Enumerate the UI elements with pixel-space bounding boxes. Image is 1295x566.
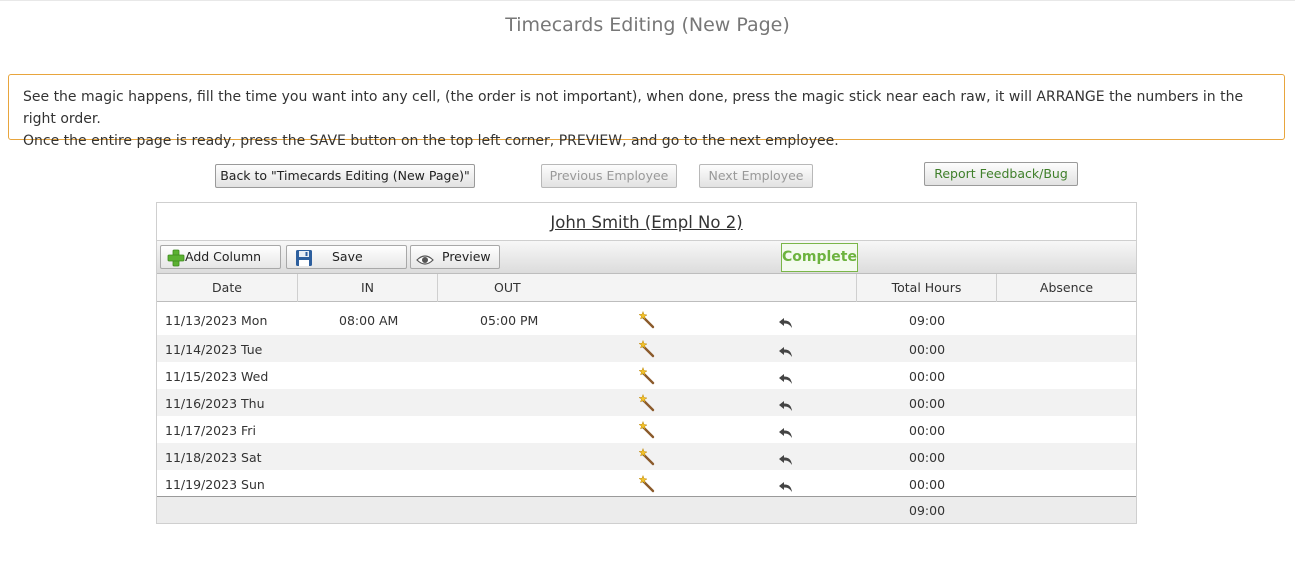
previous-employee-button[interactable]: Previous Employee <box>541 164 677 188</box>
row-date: 11/19/2023 Sun <box>165 477 265 492</box>
row-total-hours: 09:00 <box>909 313 946 328</box>
magic-wand-icon[interactable] <box>638 339 656 362</box>
undo-arrow-icon[interactable] <box>778 451 794 470</box>
header-out-label: OUT <box>494 280 521 295</box>
add-column-label: Add Column <box>185 249 262 264</box>
next-employee-button[interactable]: Next Employee <box>699 164 813 188</box>
plus-icon <box>167 249 185 274</box>
notice-line-1: See the magic happens, fill the time you… <box>23 89 1244 127</box>
top-divider <box>0 0 1295 1</box>
header-in: IN <box>298 274 438 302</box>
magic-wand-icon[interactable] <box>638 447 656 470</box>
magic-wand-icon[interactable] <box>638 474 656 497</box>
row-total-hours: 00:00 <box>909 396 946 411</box>
table-row: 11/18/2023 Sat 00:00 <box>157 443 1136 470</box>
undo-arrow-icon[interactable] <box>778 424 794 443</box>
page-title: Timecards Editing (New Page) <box>505 14 790 36</box>
table-row: 11/13/2023 Mon 08:00 AM 05:00 PM 09:00 <box>157 304 1136 335</box>
floppy-disk-icon <box>295 249 313 274</box>
row-date: 11/17/2023 Fri <box>165 423 256 438</box>
time-out-cell[interactable]: 05:00 PM <box>480 313 538 328</box>
undo-arrow-icon[interactable] <box>778 397 794 416</box>
header-date: Date <box>157 274 298 302</box>
row-total-hours: 00:00 <box>909 342 946 357</box>
row-date: 11/13/2023 Mon <box>165 313 268 328</box>
preview-button[interactable]: Preview <box>410 245 500 269</box>
save-label: Save <box>332 249 363 264</box>
time-in-cell[interactable]: 08:00 AM <box>339 313 398 328</box>
magic-wand-icon[interactable] <box>638 393 656 416</box>
magic-wand-icon[interactable] <box>638 366 656 389</box>
notice-line-2: Once the entire page is ready, press the… <box>23 133 839 149</box>
save-button[interactable]: Save <box>286 245 407 269</box>
magic-wand-icon[interactable] <box>638 310 656 333</box>
row-total-hours: 00:00 <box>909 423 946 438</box>
row-total-hours: 00:00 <box>909 369 946 384</box>
magic-wand-icon[interactable] <box>638 420 656 443</box>
back-button[interactable]: Back to "Timecards Editing (New Page)" <box>215 164 475 188</box>
header-absence: Absence <box>1039 280 1094 295</box>
eye-icon <box>416 251 434 273</box>
table-row: 11/14/2023 Tue 00:00 <box>157 335 1136 362</box>
complete-button[interactable]: Complete <box>781 243 858 272</box>
undo-arrow-icon[interactable] <box>778 314 794 333</box>
table-row: 11/19/2023 Sun 00:00 <box>157 470 1136 496</box>
undo-arrow-icon[interactable] <box>778 478 794 497</box>
header-out: OUT <box>438 274 857 302</box>
add-column-button[interactable]: Add Column <box>160 245 281 269</box>
grand-total-hours: 09:00 <box>909 503 946 518</box>
row-date: 11/16/2023 Thu <box>165 396 265 411</box>
row-total-hours: 00:00 <box>909 477 946 492</box>
table-footer: 09:00 <box>157 496 1136 523</box>
table-row: 11/17/2023 Fri 00:00 <box>157 416 1136 443</box>
report-feedback-button[interactable]: Report Feedback/Bug <box>924 162 1078 186</box>
row-total-hours: 00:00 <box>909 450 946 465</box>
undo-arrow-icon[interactable] <box>778 370 794 389</box>
row-date: 11/18/2023 Sat <box>165 450 262 465</box>
employee-name-link[interactable]: John Smith (Empl No 2) <box>157 213 1136 232</box>
undo-arrow-icon[interactable] <box>778 343 794 362</box>
timecard-panel: John Smith (Empl No 2) Add Column Save P… <box>156 202 1137 524</box>
table-header: Date IN OUT Total Hours Absence <box>157 274 1136 302</box>
table-row: 11/15/2023 Wed 00:00 <box>157 362 1136 389</box>
row-date: 11/15/2023 Wed <box>165 369 269 384</box>
instructions-notice: See the magic happens, fill the time you… <box>8 74 1285 149</box>
preview-label: Preview <box>442 249 491 264</box>
timecard-toolbar: Add Column Save Preview Complete <box>157 240 1136 274</box>
header-total-hours: Total Hours <box>857 274 997 302</box>
table-row: 11/16/2023 Thu 00:00 <box>157 389 1136 416</box>
row-date: 11/14/2023 Tue <box>165 342 263 357</box>
